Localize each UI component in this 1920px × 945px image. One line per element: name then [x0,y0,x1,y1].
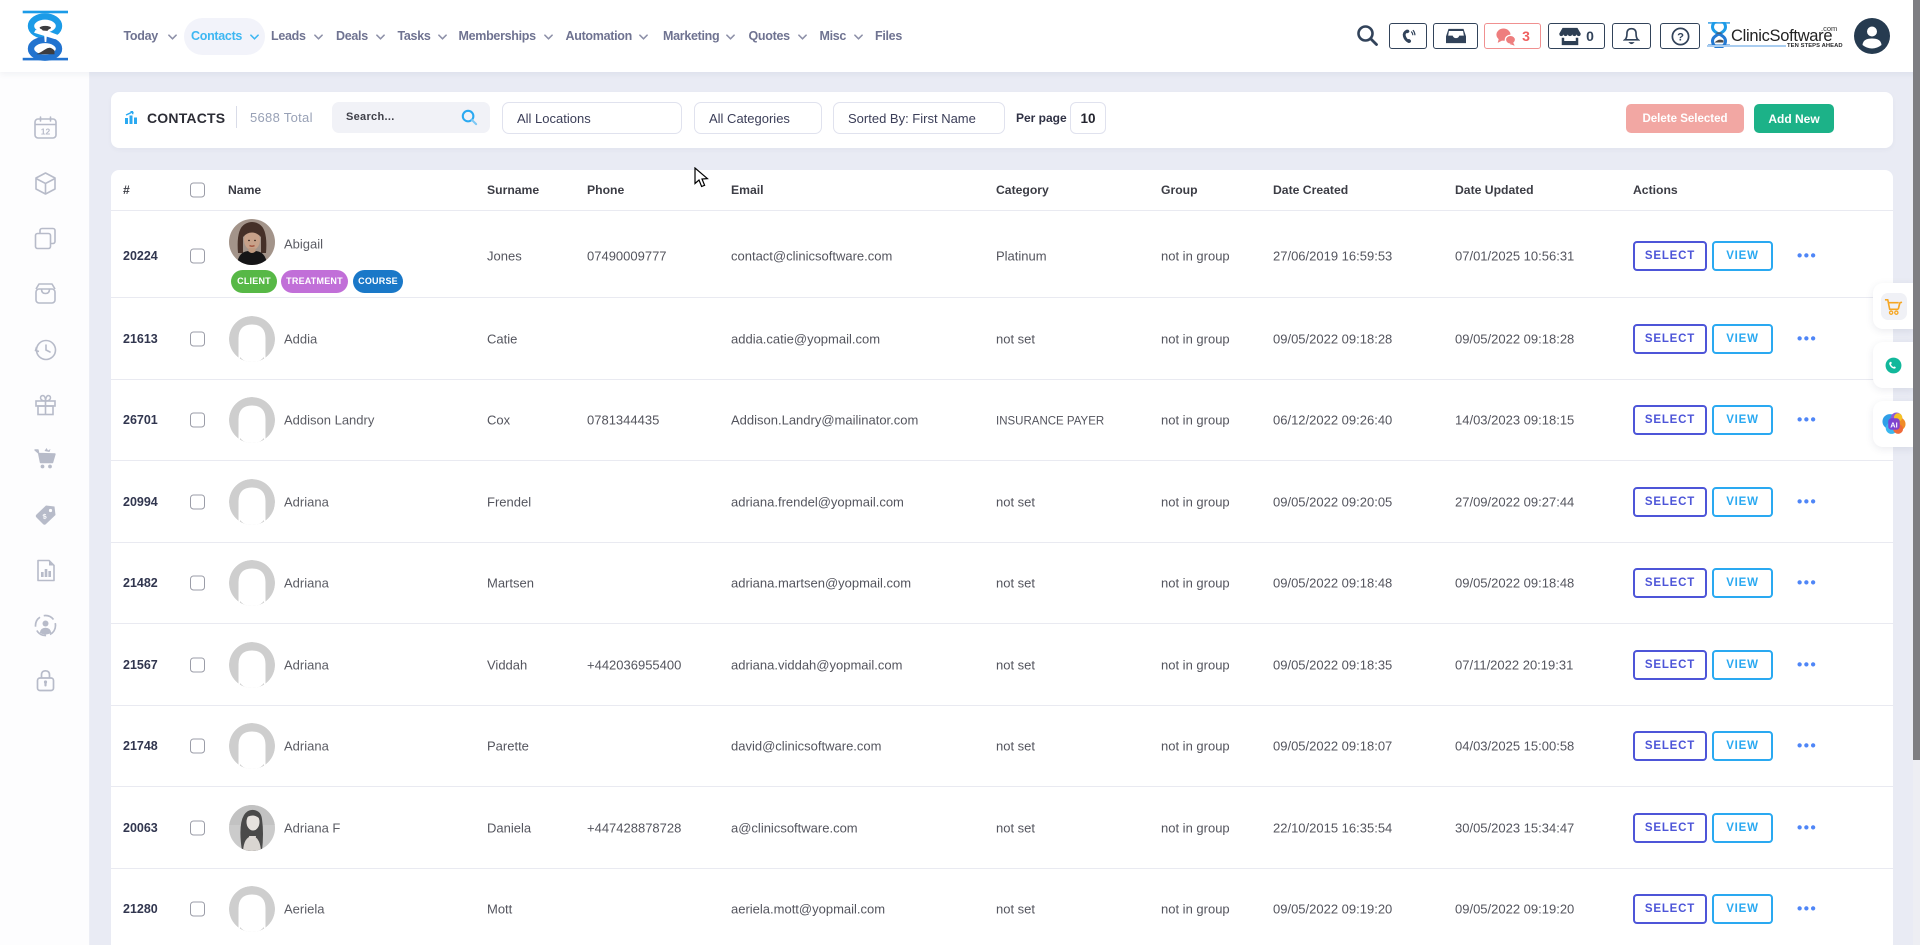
svg-text:12: 12 [41,126,51,136]
svg-text:?: ? [1677,31,1684,43]
svg-text:AI: AI [1890,421,1897,430]
